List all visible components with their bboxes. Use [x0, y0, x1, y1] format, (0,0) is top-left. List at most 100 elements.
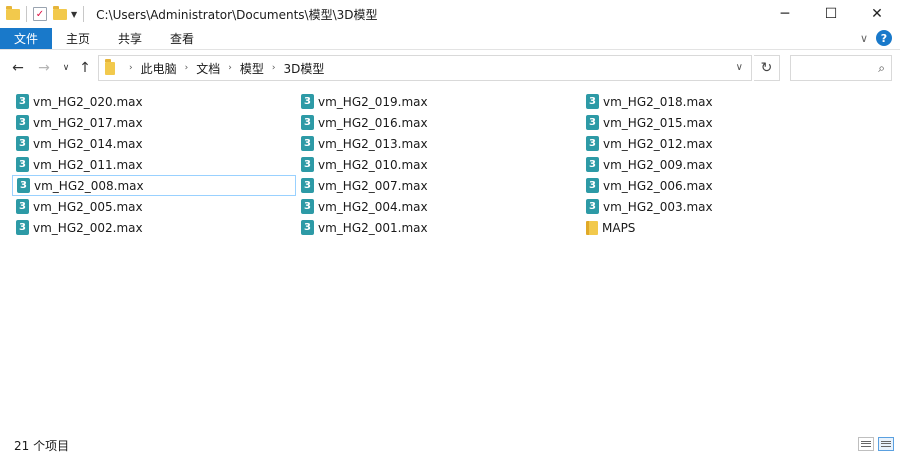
forward-button[interactable]: → [34, 58, 54, 78]
chevron-right-icon[interactable]: › [185, 63, 189, 73]
file-name: vm_HG2_017.max [33, 115, 143, 130]
file-item[interactable]: 3 vm_HG2_019.max [297, 91, 581, 112]
back-button[interactable]: ← [8, 58, 28, 78]
folder-icon [586, 220, 598, 235]
folder-icon [6, 5, 20, 20]
file-name: vm_HG2_014.max [33, 136, 143, 151]
3dsmax-file-icon: 3 [586, 178, 599, 193]
3dsmax-file-icon: 3 [16, 115, 29, 130]
title-bar: ✓ ▼ C:\Users\Administrator\Documents\模型\… [0, 0, 900, 28]
properties-icon[interactable]: ✓ [33, 7, 47, 21]
file-name: vm_HG2_019.max [318, 94, 428, 109]
customize-toolbar-icon[interactable]: ▼ [71, 10, 77, 19]
new-folder-icon[interactable] [53, 5, 67, 20]
3dsmax-file-icon: 3 [301, 178, 314, 193]
toolbar-divider [83, 6, 85, 22]
file-name: vm_HG2_018.max [603, 94, 713, 109]
3dsmax-file-icon: 3 [16, 220, 29, 235]
file-item[interactable]: 3 vm_HG2_004.max [297, 196, 581, 217]
file-name: MAPS [602, 220, 636, 235]
file-name: vm_HG2_008.max [34, 178, 144, 193]
breadcrumb-models[interactable]: 模型 [240, 60, 264, 77]
minimize-button[interactable]: ─ [762, 0, 808, 28]
address-dropdown-icon[interactable]: ∨ [736, 62, 743, 73]
file-name: vm_HG2_020.max [33, 94, 143, 109]
file-item[interactable]: 3 vm_HG2_011.max [12, 154, 296, 175]
file-item[interactable]: 3 vm_HG2_001.max [297, 217, 581, 238]
chevron-right-icon[interactable]: › [228, 63, 232, 73]
file-name: vm_HG2_005.max [33, 199, 143, 214]
window-title: C:\Users\Administrator\Documents\模型\3D模型 [96, 7, 378, 22]
ribbon-tabs: 文件 主页 共享 查看 ∨ ? [0, 28, 900, 50]
file-item[interactable]: 3 vm_HG2_014.max [12, 133, 296, 154]
recent-locations-button[interactable]: ∨ [58, 58, 74, 78]
breadcrumb-documents[interactable]: 文档 [196, 60, 220, 77]
navigation-bar: ← → ∨ ↑ › 此电脑 › 文档 › 模型 › 3D模型 ∨ ↻ ⌕ [0, 54, 900, 82]
details-view-icon[interactable] [858, 437, 874, 451]
file-item[interactable]: 3 vm_HG2_012.max [582, 133, 866, 154]
file-name: vm_HG2_007.max [318, 178, 428, 193]
3dsmax-file-icon: 3 [301, 115, 314, 130]
file-item[interactable]: 3 vm_HG2_015.max [582, 112, 866, 133]
file-name: vm_HG2_006.max [603, 178, 713, 193]
item-count: 21 个项目 [14, 438, 70, 453]
3dsmax-file-icon: 3 [301, 220, 314, 235]
file-item[interactable]: 3 vm_HG2_016.max [297, 112, 581, 133]
search-icon: ⌕ [878, 60, 885, 75]
file-item[interactable]: 3 vm_HG2_018.max [582, 91, 866, 112]
chevron-right-icon[interactable]: › [129, 63, 133, 73]
3dsmax-file-icon: 3 [301, 136, 314, 151]
quick-access-toolbar: ✓ ▼ [0, 0, 90, 28]
list-view-icon[interactable] [878, 437, 894, 451]
file-item[interactable]: 3 vm_HG2_009.max [582, 154, 866, 175]
file-item[interactable]: 3 vm_HG2_007.max [297, 175, 581, 196]
3dsmax-file-icon: 3 [586, 136, 599, 151]
help-icon[interactable]: ? [876, 30, 892, 46]
3dsmax-file-icon: 3 [586, 199, 599, 214]
breadcrumb-this-pc[interactable]: 此电脑 [141, 60, 177, 77]
3dsmax-file-icon: 3 [586, 115, 599, 130]
toolbar-divider [26, 6, 27, 22]
file-name: vm_HG2_001.max [318, 220, 428, 235]
file-item[interactable]: 3 vm_HG2_017.max [12, 112, 296, 133]
file-name: vm_HG2_013.max [318, 136, 428, 151]
window-controls: ─ ☐ ✕ [762, 0, 900, 28]
close-button[interactable]: ✕ [854, 0, 900, 28]
tab-file[interactable]: 文件 [0, 28, 53, 49]
file-name: vm_HG2_012.max [603, 136, 713, 151]
file-item[interactable]: 3 vm_HG2_006.max [582, 175, 866, 196]
file-item[interactable]: 3 vm_HG2_005.max [12, 196, 296, 217]
file-name: vm_HG2_009.max [603, 157, 713, 172]
file-name: vm_HG2_004.max [318, 199, 428, 214]
3dsmax-file-icon: 3 [301, 157, 314, 172]
ribbon-right-controls: ∨ ? [860, 30, 892, 46]
3dsmax-file-icon: 3 [301, 199, 314, 214]
3dsmax-file-icon: 3 [17, 178, 30, 193]
status-bar: 21 个项目 [0, 435, 900, 455]
search-input[interactable]: ⌕ [790, 55, 892, 81]
explorer-window: ✓ ▼ C:\Users\Administrator\Documents\模型\… [0, 0, 900, 455]
address-bar[interactable]: › 此电脑 › 文档 › 模型 › 3D模型 ∨ [98, 55, 752, 81]
folder-item[interactable]: MAPS [582, 217, 866, 238]
chevron-right-icon[interactable]: › [272, 63, 276, 73]
breadcrumb: › 此电脑 › 文档 › 模型 › 3D模型 [121, 60, 324, 77]
file-item[interactable]: 3 vm_HG2_003.max [582, 196, 866, 217]
file-item[interactable]: 3 vm_HG2_010.max [297, 154, 581, 175]
3dsmax-file-icon: 3 [301, 94, 314, 109]
up-button[interactable]: ↑ [76, 58, 94, 78]
view-switcher [858, 437, 894, 451]
file-name: vm_HG2_016.max [318, 115, 428, 130]
file-item[interactable]: 3 vm_HG2_008.max [12, 175, 296, 196]
file-name: vm_HG2_011.max [33, 157, 143, 172]
tab-view[interactable]: 查看 [156, 28, 208, 49]
expand-ribbon-icon[interactable]: ∨ [860, 32, 868, 45]
tab-share[interactable]: 共享 [104, 28, 156, 49]
file-name: vm_HG2_003.max [603, 199, 713, 214]
file-item[interactable]: 3 vm_HG2_013.max [297, 133, 581, 154]
refresh-button[interactable]: ↻ [754, 55, 780, 81]
file-item[interactable]: 3 vm_HG2_020.max [12, 91, 296, 112]
breadcrumb-3d-models[interactable]: 3D模型 [283, 60, 324, 77]
maximize-button[interactable]: ☐ [808, 0, 854, 28]
tab-home[interactable]: 主页 [52, 28, 104, 49]
file-item[interactable]: 3 vm_HG2_002.max [12, 217, 296, 238]
